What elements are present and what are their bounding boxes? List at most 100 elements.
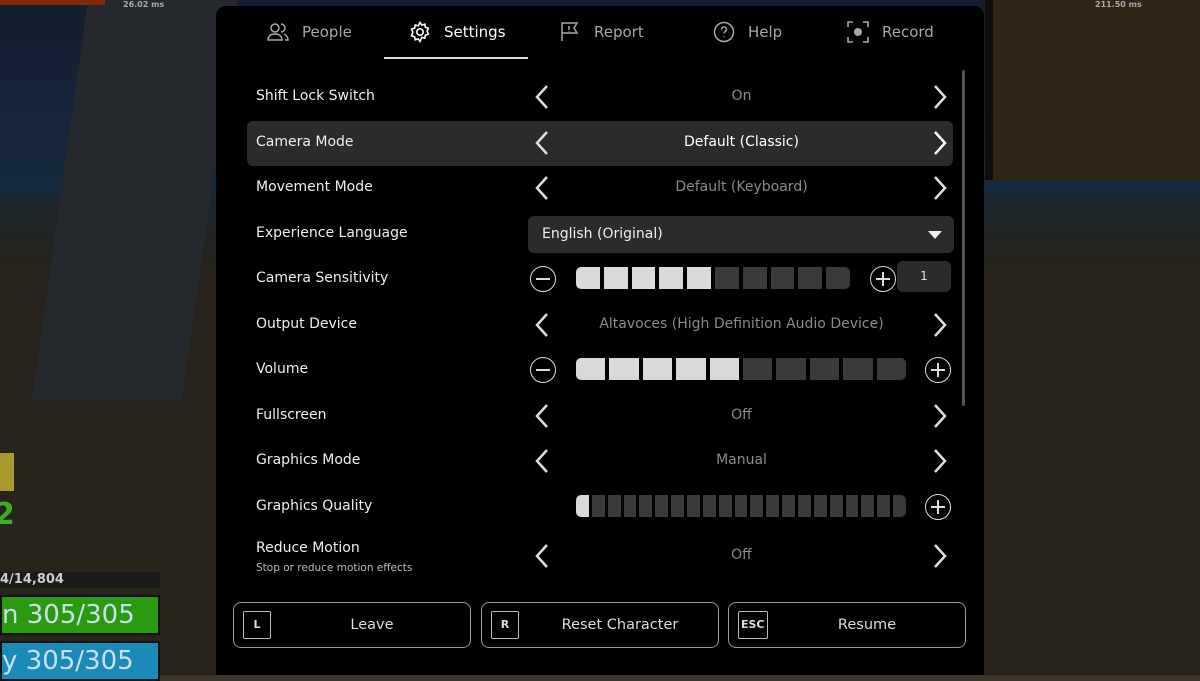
slider-segment[interactable] (766, 495, 780, 517)
language-dropdown[interactable]: English (Original) (528, 216, 954, 253)
slider-segment[interactable] (877, 495, 891, 517)
chevron-right-icon[interactable] (925, 174, 953, 202)
tab-report[interactable]: Report (558, 6, 644, 58)
stat-text: 211.50 ms (1095, 0, 1142, 9)
slider-segment[interactable] (876, 358, 907, 380)
slider-segment[interactable] (893, 495, 907, 517)
plus-icon[interactable] (870, 266, 896, 292)
tab-help[interactable]: Help (712, 6, 782, 58)
setting-label: Shift Lock Switch (256, 88, 375, 104)
chevron-right-icon[interactable] (925, 402, 953, 430)
setting-label: Output Device (256, 316, 357, 332)
slider-segment[interactable] (843, 358, 873, 380)
slider-segment[interactable] (639, 495, 653, 517)
slider-segment[interactable] (676, 358, 706, 380)
setting-value: Off (731, 407, 752, 423)
setting-label: Experience Language (256, 225, 408, 241)
slider-segment[interactable] (776, 358, 806, 380)
chevron-right-icon[interactable] (925, 542, 953, 570)
hud-icon (0, 453, 14, 491)
slider-segment[interactable] (809, 358, 840, 380)
slider-segment[interactable] (743, 358, 773, 380)
chevron-right-icon[interactable] (925, 447, 953, 475)
camera-sensitivity-slider[interactable] (576, 267, 850, 289)
flag-icon (561, 22, 579, 41)
tab-record[interactable]: Record (846, 6, 934, 58)
slider-segment[interactable] (829, 495, 843, 517)
slider-segment[interactable] (718, 495, 732, 517)
setting-description: Stop or reduce motion effects (256, 562, 413, 574)
setting-value: Altavoces (High Definition Audio Device) (599, 316, 884, 332)
slider-segment[interactable] (750, 495, 764, 517)
stat-text: 26.02 ms (123, 0, 165, 9)
chevron-right-icon[interactable] (925, 83, 953, 111)
setting-label: Camera Mode (256, 134, 354, 150)
slider-segment[interactable] (709, 358, 740, 380)
minus-icon[interactable] (530, 357, 556, 383)
energy-bar: y 305/305 (0, 641, 160, 681)
tab-label: Help (748, 23, 783, 41)
reset-character-button[interactable]: R Reset Character (481, 602, 719, 648)
slider-segment[interactable] (845, 495, 859, 517)
slider-segment[interactable] (642, 358, 673, 380)
setting-movement-mode: Movement Mode Default (Keyboard) (247, 166, 953, 211)
xp-bar: 4/14,804 (0, 572, 160, 588)
setting-label: Volume (256, 361, 309, 377)
slider-segment[interactable] (631, 267, 656, 289)
slider-segment[interactable] (591, 495, 605, 517)
slider-segment[interactable] (671, 495, 685, 517)
caret-down-icon (928, 231, 942, 239)
setting-camera-mode: Camera Mode Default (Classic) (247, 121, 953, 166)
slider-segment[interactable] (702, 495, 716, 517)
slider-segment[interactable] (813, 495, 827, 517)
help-icon (713, 21, 735, 43)
gear-icon (410, 20, 430, 44)
slider-segment[interactable] (826, 267, 850, 289)
tab-label: Record (882, 23, 934, 41)
slider-segment[interactable] (861, 495, 875, 517)
setting-value: On (731, 88, 752, 104)
plus-icon[interactable] (925, 494, 951, 520)
slider-segment[interactable] (659, 267, 684, 289)
slider-segment[interactable] (734, 495, 748, 517)
scrollbar[interactable] (962, 70, 965, 406)
slider-segment[interactable] (607, 495, 621, 517)
button-label: Reset Character (561, 617, 679, 633)
plus-icon[interactable] (925, 357, 951, 383)
slider-segment[interactable] (770, 267, 795, 289)
graphics-quality-slider[interactable] (576, 495, 907, 517)
tab-label: Settings (444, 23, 506, 41)
slider-segment[interactable] (576, 495, 589, 517)
dropdown-value: English (Original) (542, 226, 663, 242)
slider-segment[interactable] (687, 267, 711, 289)
slider-segment[interactable] (687, 495, 700, 517)
slider-segment[interactable] (609, 358, 639, 380)
slider-segment[interactable] (742, 267, 767, 289)
tab-bar: People Settings Report Help Record (216, 6, 984, 59)
slider-segment[interactable] (623, 495, 637, 517)
slider-segment[interactable] (576, 267, 600, 289)
slider-segment[interactable] (603, 267, 628, 289)
chevron-right-icon[interactable] (925, 129, 953, 157)
slider-segment[interactable] (782, 495, 796, 517)
setting-graphics-quality: Graphics Quality (247, 485, 953, 530)
tab-label: Report (594, 23, 644, 41)
minus-icon[interactable] (530, 266, 556, 292)
leave-button[interactable]: L Leave (233, 602, 471, 648)
level-text: 2 (0, 497, 15, 532)
tab-people[interactable]: People (266, 6, 352, 58)
setting-value: Default (Keyboard) (675, 179, 808, 195)
slider-segment[interactable] (798, 495, 811, 517)
slider-segment[interactable] (798, 267, 823, 289)
slider-segment[interactable] (655, 495, 669, 517)
resume-button[interactable]: ESC Resume (728, 602, 966, 648)
sensitivity-input[interactable]: 1 (897, 261, 951, 292)
slider-segment[interactable] (576, 358, 606, 380)
setting-label: Fullscreen (256, 407, 327, 423)
chevron-right-icon[interactable] (925, 311, 953, 339)
volume-slider[interactable] (576, 358, 907, 380)
slider-segment[interactable] (714, 267, 739, 289)
setting-label: Camera Sensitivity (256, 270, 389, 286)
setting-value: Manual (716, 452, 767, 468)
tab-settings[interactable]: Settings (384, 6, 527, 59)
